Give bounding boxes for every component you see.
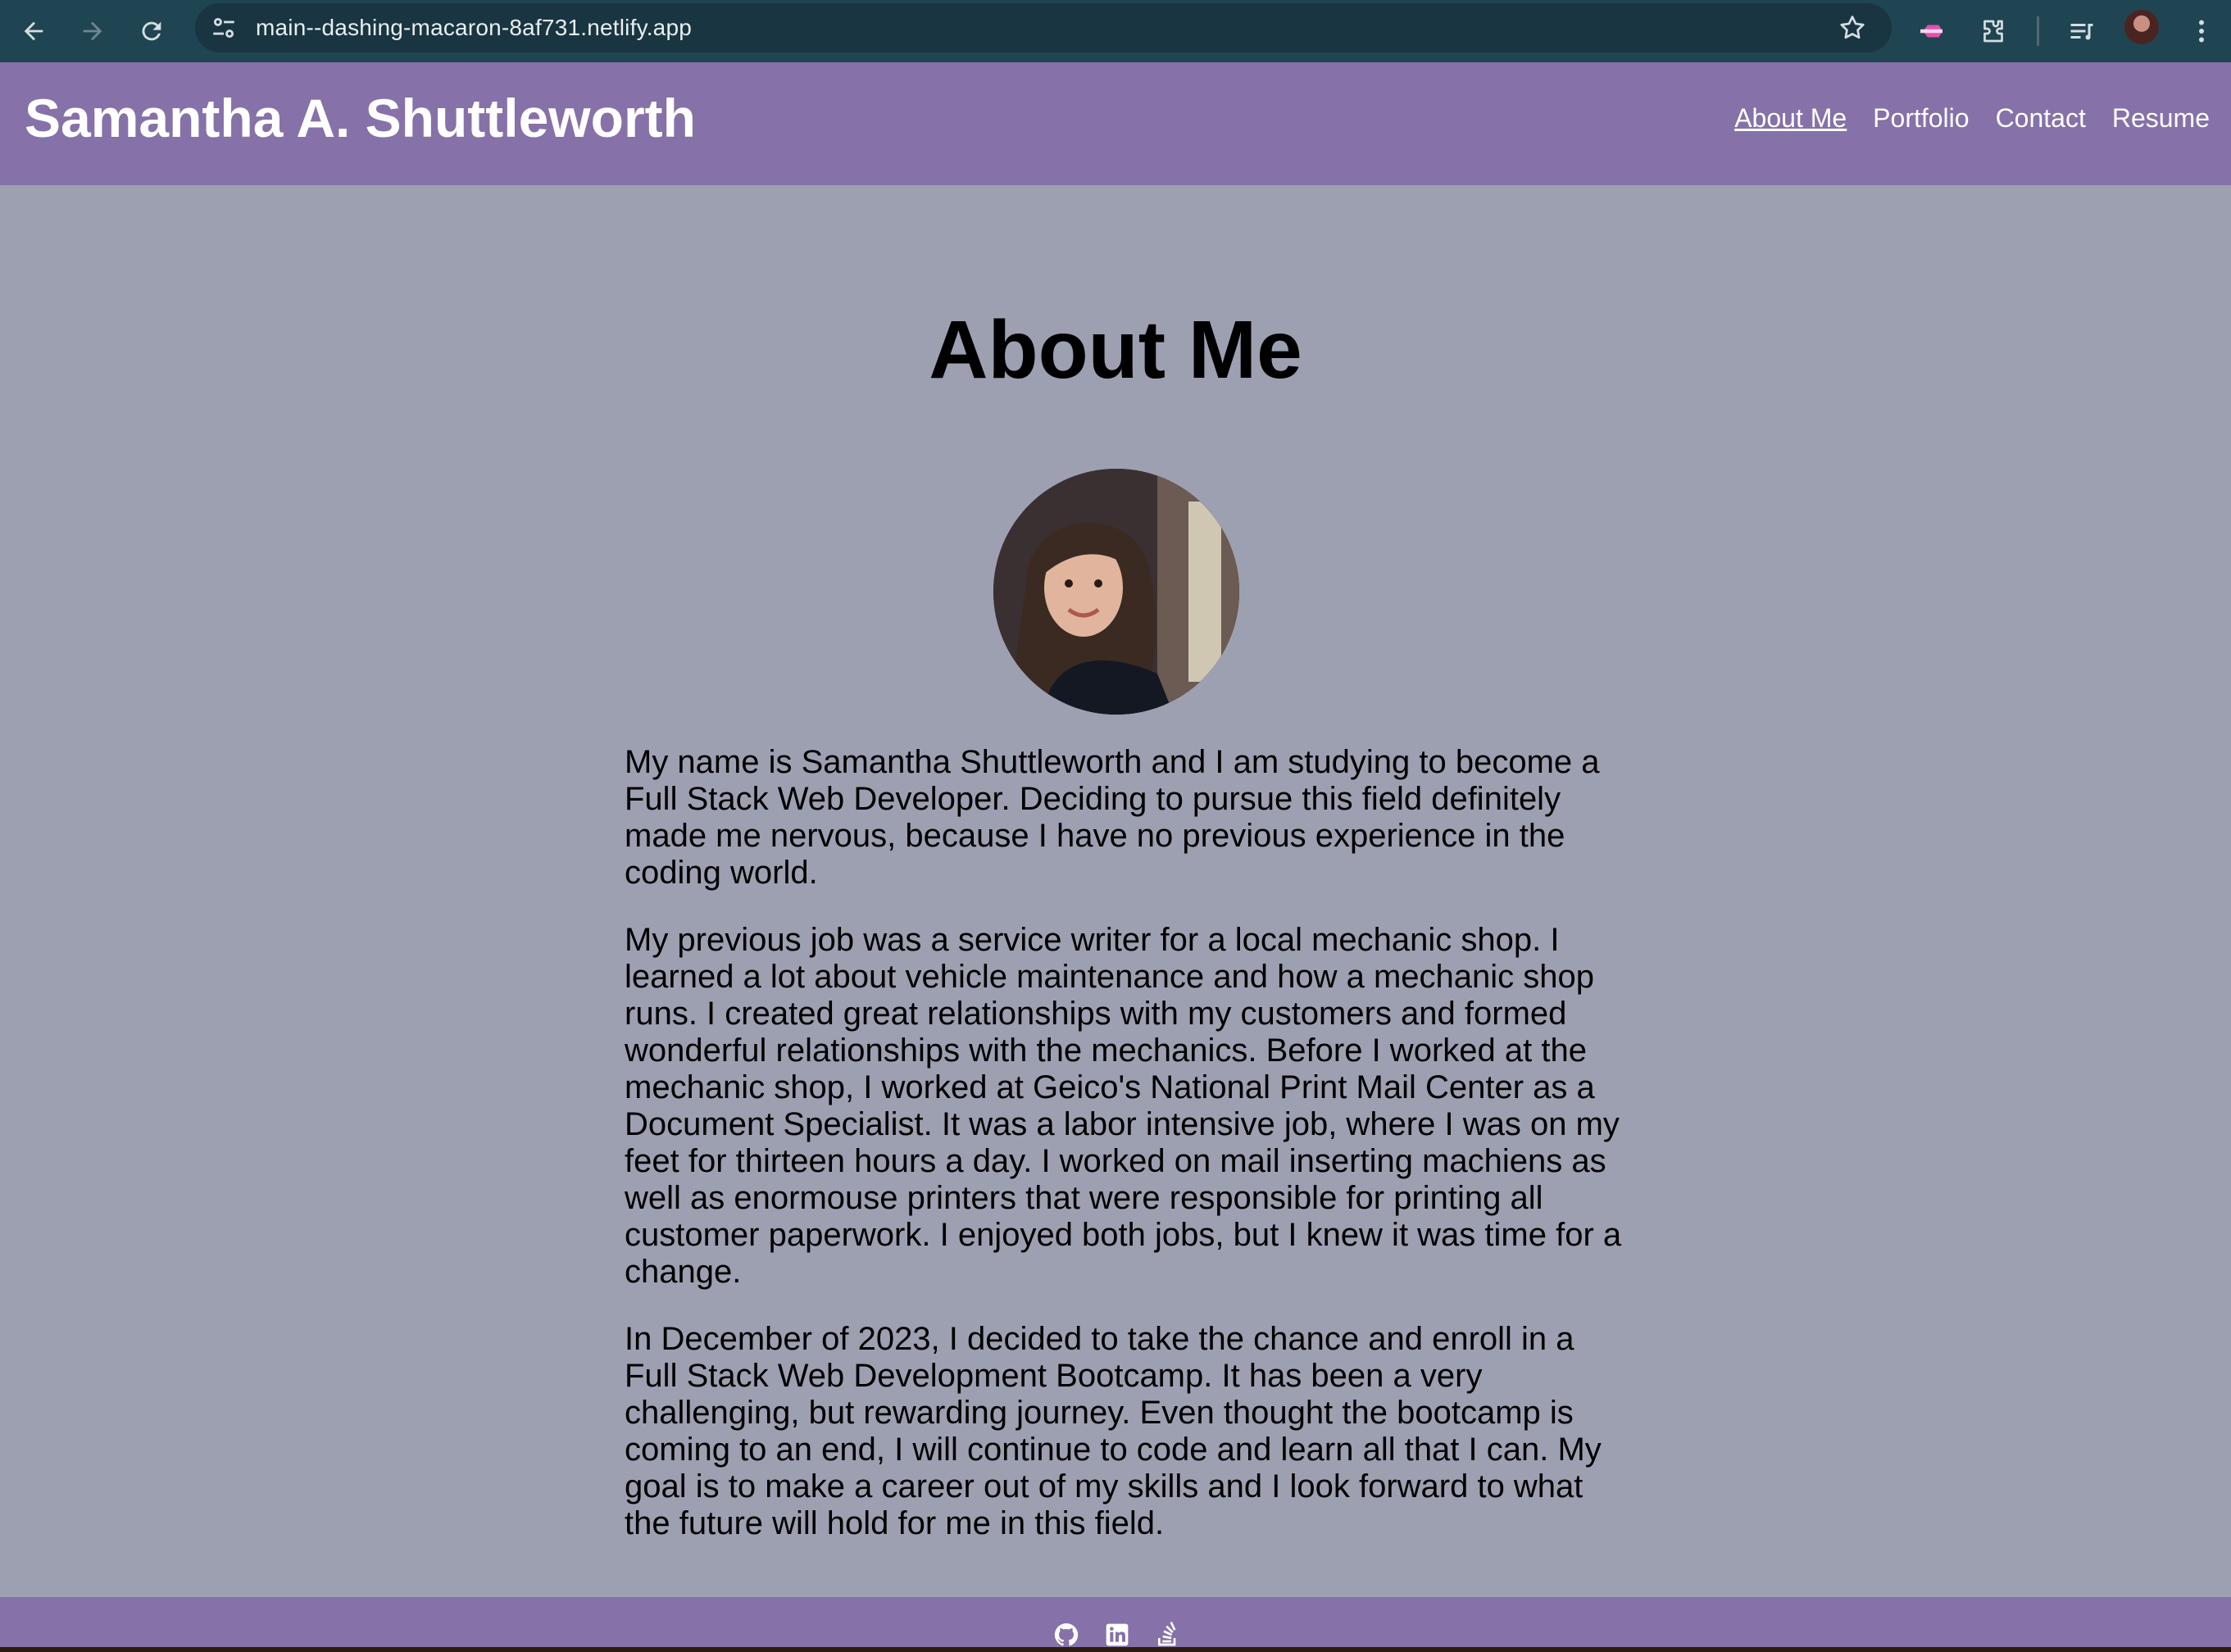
nav-link-about-me[interactable]: About Me: [1734, 103, 1847, 134]
github-icon: [1054, 1622, 1079, 1646]
site-footer: [0, 1597, 2231, 1652]
profile-avatar[interactable]: [2124, 10, 2159, 44]
address-bar[interactable]: main--dashing-macaron-8af731.netlify.app: [195, 3, 1892, 52]
bio-paragraph: My name is Samantha Shuttleworth and I a…: [625, 744, 1600, 891]
nav-link-contact[interactable]: Contact: [1996, 103, 2086, 134]
stackoverflow-link[interactable]: [1155, 1621, 1181, 1648]
browser-toolbar: main--dashing-macaron-8af731.netlify.app: [0, 0, 2231, 62]
url-text[interactable]: main--dashing-macaron-8af731.netlify.app: [256, 15, 692, 41]
media-control-button[interactable]: [2061, 10, 2103, 52]
stackoverflow-icon: [1158, 1621, 1176, 1646]
reload-button[interactable]: [131, 11, 172, 52]
arrow-right-icon: [83, 21, 102, 41]
arrow-left-icon: [24, 21, 43, 41]
playlist-icon: [2070, 24, 2093, 40]
site-header: Samantha A. Shuttleworth About Me Portfo…: [0, 62, 2231, 185]
reload-icon: [142, 21, 161, 41]
extension-button[interactable]: [1911, 10, 1954, 52]
nav-link-portfolio[interactable]: Portfolio: [1873, 103, 1969, 134]
browser-menu-button[interactable]: [2180, 10, 2223, 52]
nav-link-resume[interactable]: Resume: [2112, 103, 2210, 134]
window-bottom-edge: [0, 1647, 2231, 1652]
site-nav: About Me Portfolio Contact Resume: [1734, 103, 2210, 134]
github-link[interactable]: [1053, 1622, 1079, 1648]
page-heading: About Me: [929, 304, 1302, 396]
extensions-menu-button[interactable]: [1972, 10, 2015, 52]
linkedin-link[interactable]: [1104, 1622, 1130, 1648]
bio-paragraph: My previous job was a service writer for…: [625, 922, 1622, 1290]
linkedin-icon: [1106, 1623, 1129, 1646]
back-button[interactable]: [13, 11, 54, 52]
kebab-menu-icon: [2199, 20, 2204, 43]
puzzle-icon: [1983, 20, 2003, 43]
star-icon[interactable]: [1838, 13, 1867, 43]
tune-icon[interactable]: [210, 14, 238, 42]
profile-photo: [993, 469, 1239, 715]
toolbar-divider: [2037, 16, 2039, 46]
forward-button[interactable]: [72, 11, 113, 52]
extension-icon: [1920, 25, 1942, 38]
social-links: [1053, 1621, 1181, 1648]
profile-photo-illustration: [993, 469, 1239, 715]
bio-section: My name is Samantha Shuttleworth and I a…: [625, 744, 1624, 1573]
site-title: Samantha A. Shuttleworth: [25, 88, 696, 148]
bio-paragraph: In December of 2023, I decided to take t…: [625, 1321, 1602, 1541]
